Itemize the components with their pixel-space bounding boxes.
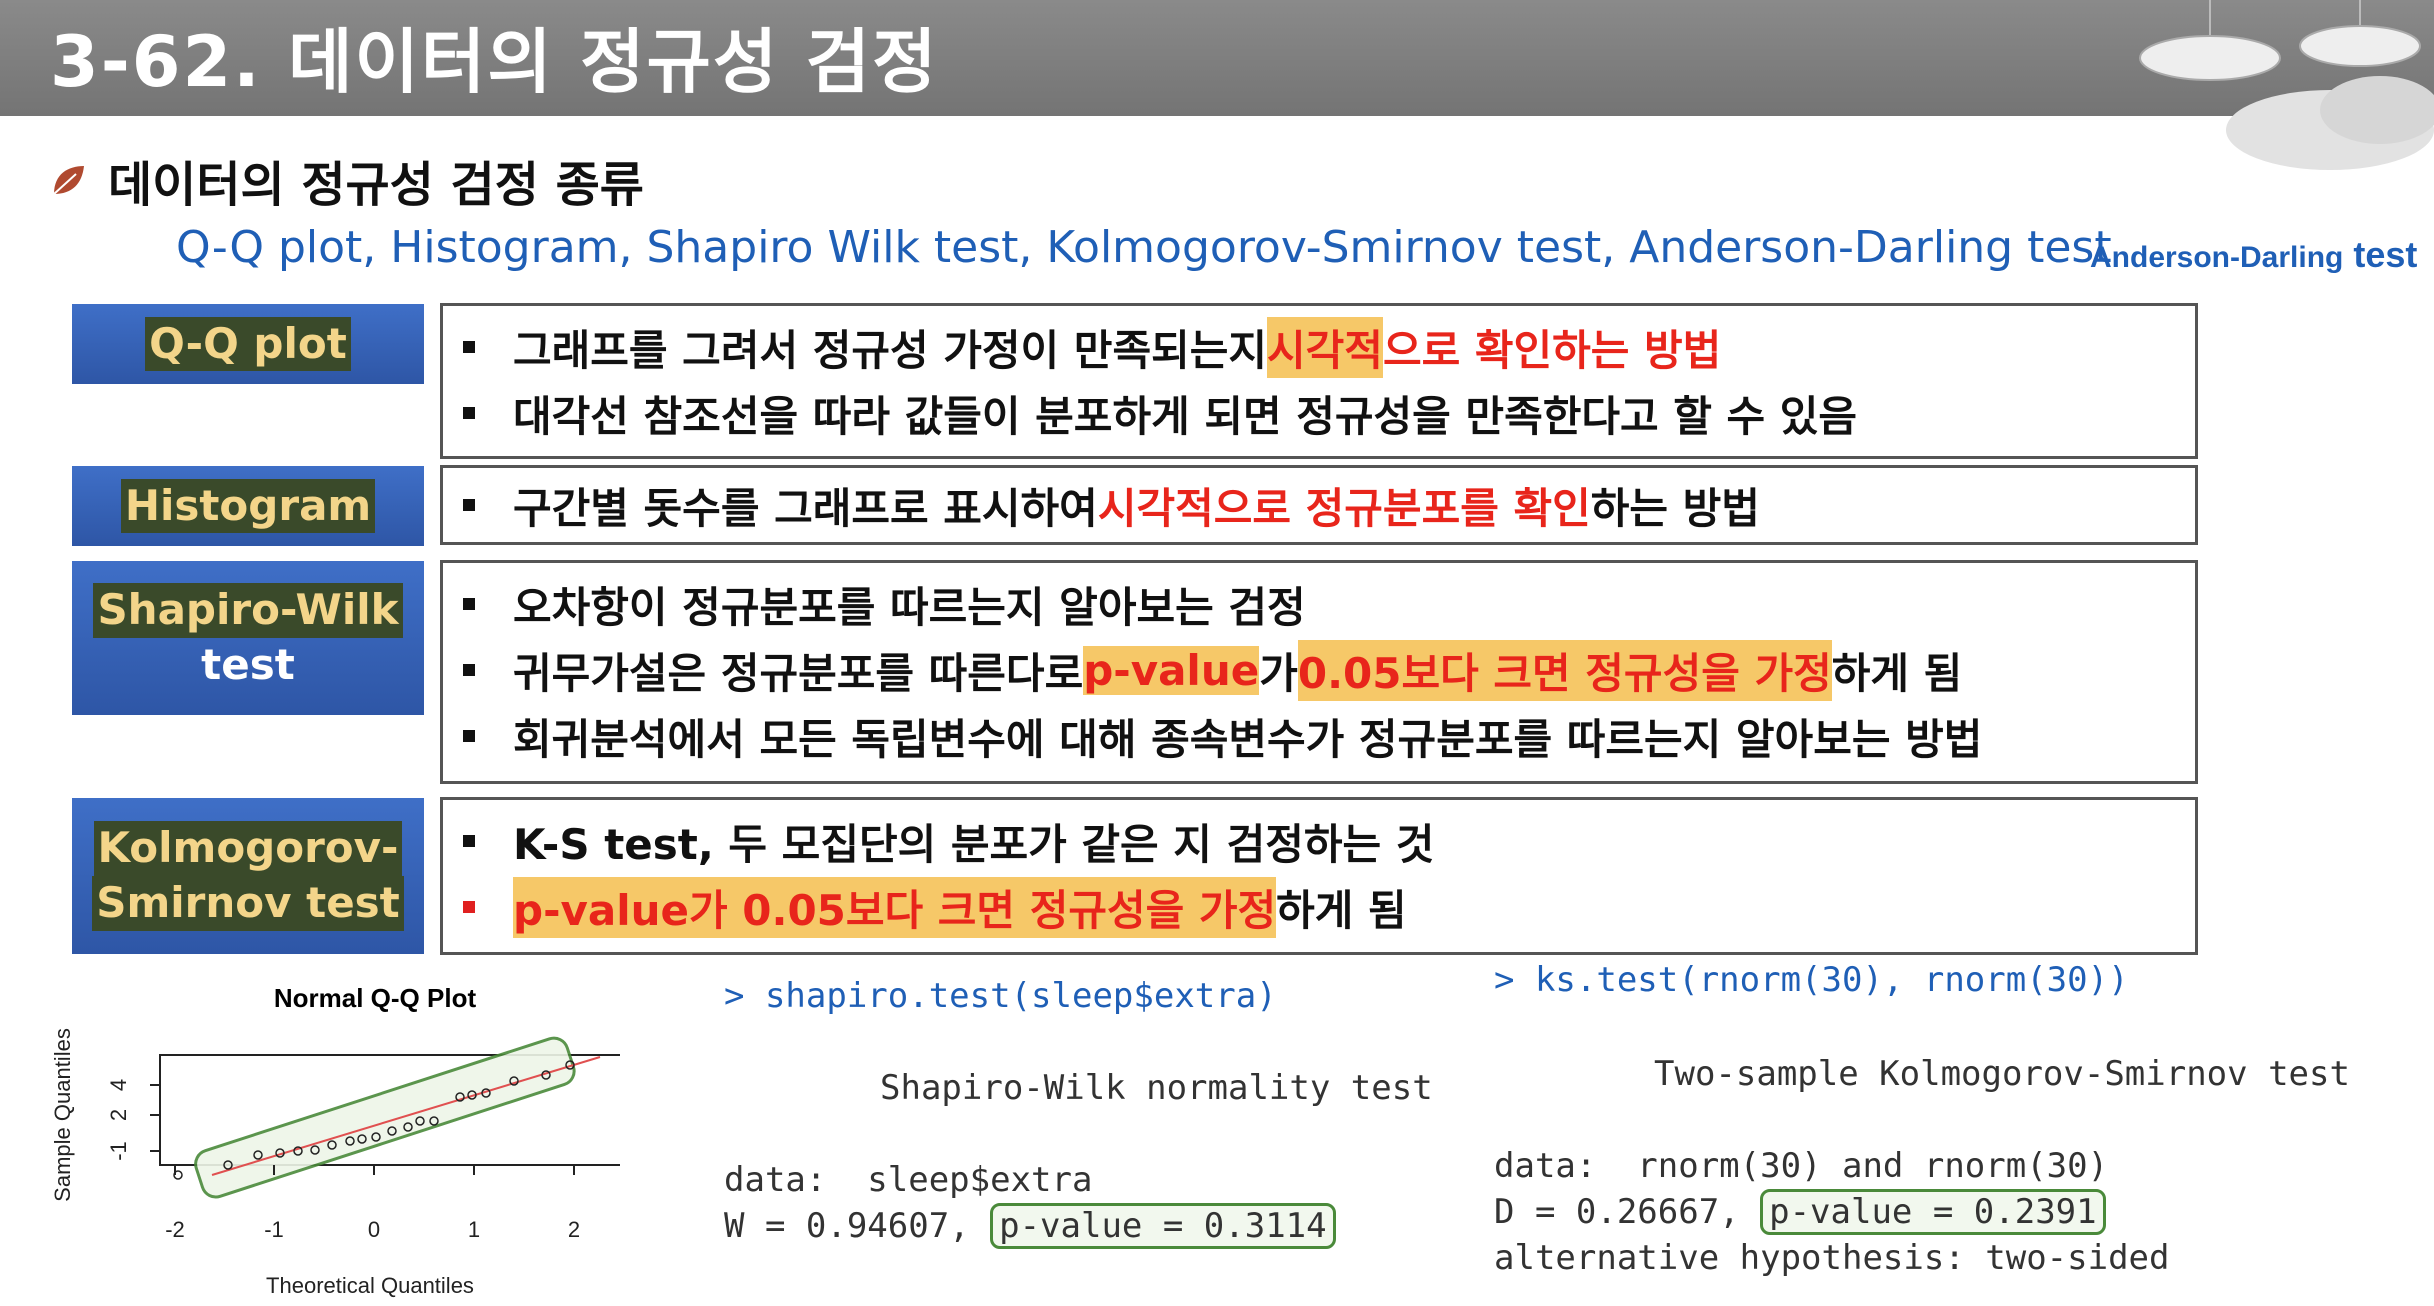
qq-ytick: 4 [106, 1079, 131, 1091]
shapiro-result-line: W = 0.94607, p-value = 0.3114 [724, 1203, 1336, 1249]
section-header: 데이터의 정규성 검정 종류 [50, 145, 644, 215]
ks-pvalue: p-value = 0.2391 [1760, 1189, 2106, 1235]
label-kolmogorov-smirnov: Kolmogorov- Smirnov test [72, 798, 424, 954]
ks-alternative-line: alternative hypothesis: two-sided [1494, 1238, 2170, 1278]
qq-xlabel: Theoretical Quantiles [266, 1273, 474, 1298]
ks-data-line: data: rnorm(30) and rnorm(30) [1494, 1146, 2109, 1186]
content-shapiro-wilk: 오차항이 정규분포를 따르는지 알아보는 검정 귀무가설은 정규분포를 따른다로… [440, 560, 2198, 784]
label-shapiro-wilk: Shapiro-Wilk test [72, 561, 424, 715]
qq-xtick: -2 [165, 1217, 185, 1242]
list-item: p-value가 0.05보다 크면 정규성을 가정 하게 됨 [443, 874, 2195, 940]
qq-xtick: 1 [468, 1217, 480, 1242]
content-histogram: 구간별 돗수를 그래프로 표시하여 시각적으로 정규분포를 확인 하는 방법 [440, 465, 2198, 545]
test-list-subtitle: Q-Q plot, Histogram, Shapiro Wilk test, … [176, 222, 2112, 273]
qq-xtick: -1 [264, 1217, 284, 1242]
qq-plot-title: Normal Q-Q Plot [274, 983, 477, 1013]
list-item: 회귀분석에서 모든 독립변수에 대해 종속변수가 정규분포를 따르는지 알아보는… [443, 703, 2195, 769]
ks-heading: Two-sample Kolmogorov-Smirnov test [1654, 1054, 2350, 1094]
shapiro-data-line: data: sleep$extra [724, 1160, 1093, 1200]
qq-xtick: 0 [368, 1217, 380, 1242]
list-item: 대각선 참조선을 따라 값들이 분포하게 되면 정규성을 만족한다고 할 수 있… [443, 380, 2195, 446]
shapiro-pvalue: p-value = 0.3114 [990, 1203, 1336, 1249]
page-title: 3-62. 데이터의 정규성 검정 [50, 21, 939, 103]
list-item: 귀무가설은 정규분포를 따른다로 p-value 가 0.05보다 크면 정규성을… [443, 637, 2195, 703]
qq-xtick: 2 [568, 1217, 580, 1242]
list-item: 오차항이 정규분포를 따르는지 알아보는 검정 [443, 571, 2195, 637]
qq-ylabel: Sample Quantiles [50, 1028, 75, 1202]
shapiro-command: > shapiro.test(sleep$extra) [724, 976, 1277, 1016]
label-qq-plot: Q-Q plot [72, 304, 424, 384]
leaf-bullet-icon [53, 166, 84, 195]
cloud-decoration-icon [2139, 0, 2434, 170]
list-item: 구간별 돗수를 그래프로 표시하여 시각적으로 정규분포를 확인 하는 방법 [443, 472, 2195, 538]
qq-ytick: 2 [106, 1109, 131, 1121]
qq-points-highlight [194, 1036, 576, 1199]
list-item: K-S test, 두 모집단의 분포가 같은 지 검정하는 것 [443, 808, 2195, 874]
shapiro-heading: Shapiro-Wilk normality test [880, 1068, 1433, 1108]
label-histogram: Histogram [72, 466, 424, 546]
section-title: 데이터의 정규성 검정 종류 [108, 157, 644, 213]
title-bar: 3-62. 데이터의 정규성 검정 [0, 0, 2434, 116]
qq-plot-figure: Normal Q-Q Plot -2 -1 0 1 2 -1 2 4 Theor… [50, 983, 620, 1298]
list-item: 그래프를 그려서 정규성 가정이 만족되는지 시각적 으로 확인하는 방법 [443, 314, 2195, 380]
content-kolmogorov-smirnov: K-S test, 두 모집단의 분포가 같은 지 검정하는 것 p-value… [440, 797, 2198, 955]
ks-command: > ks.test(rnorm(30), rnorm(30)) [1494, 960, 2129, 1000]
test-list-subtitle-small: Anderson-Darling test [2090, 234, 2418, 275]
content-qq-plot: 그래프를 그려서 정규성 가정이 만족되는지 시각적 으로 확인하는 방법 대각선… [440, 303, 2198, 459]
qq-ytick: -1 [106, 1141, 131, 1161]
ks-result-line: D = 0.26667, p-value = 0.2391 [1494, 1189, 2106, 1235]
